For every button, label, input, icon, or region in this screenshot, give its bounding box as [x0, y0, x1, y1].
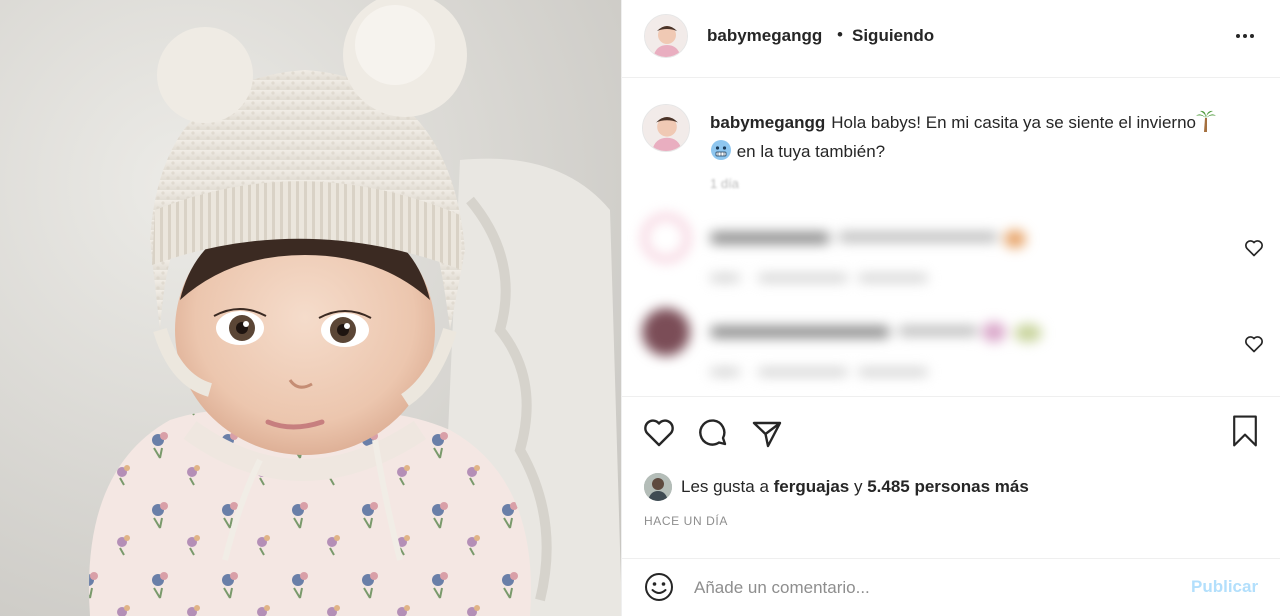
cold-face-emoji — [710, 139, 732, 168]
author-avatar[interactable] — [644, 14, 688, 58]
post-date[interactable]: HACE UN DÍA — [644, 514, 728, 528]
follow-status[interactable]: Siguiendo — [852, 26, 934, 46]
blurred-comment-content — [622, 284, 1222, 380]
liker-username[interactable]: ferguajas — [774, 477, 850, 497]
palm-tree-emoji — [1196, 110, 1216, 139]
like-heart-icon[interactable] — [641, 415, 677, 451]
comment-item — [622, 190, 1280, 286]
comment-bubble-icon[interactable] — [695, 415, 731, 451]
comment-like-heart-icon[interactable] — [1244, 334, 1264, 354]
comments-list — [622, 182, 1280, 390]
publish-button[interactable]: Publicar — [1191, 577, 1258, 597]
blurred-comment-content — [622, 190, 1222, 286]
caption-body: Hola babys! En mi casita ya se siente el… — [831, 113, 1196, 132]
comment-like-heart-icon[interactable] — [1244, 238, 1264, 258]
likes-prefix: Les gusta a — [681, 477, 769, 496]
baby-photo-illustration — [0, 0, 621, 616]
bookmark-icon[interactable] — [1227, 413, 1263, 449]
caption-tail: en la tuya también? — [732, 142, 886, 161]
post-side-panel: babymegangg • Siguiendo babymegangg Hola … — [622, 0, 1280, 616]
author-username[interactable]: babymegangg — [707, 26, 822, 46]
post-photo[interactable] — [0, 0, 622, 616]
likes-summary: Les gusta a ferguajas y 5.485 personas m… — [644, 472, 1029, 502]
post-actions — [622, 396, 1280, 466]
instagram-post: babymegangg • Siguiendo babymegangg Hola … — [0, 0, 1280, 616]
header-separator: • — [837, 25, 843, 44]
share-paper-plane-icon[interactable] — [749, 415, 785, 451]
caption-username[interactable]: babymegangg — [710, 113, 825, 132]
more-options-icon[interactable] — [1229, 24, 1261, 48]
liker-avatar[interactable] — [644, 473, 672, 501]
comment-composer: Publicar — [622, 558, 1280, 616]
avatar-image — [645, 15, 687, 57]
caption-text: babymegangg Hola babys! En mi casita ya s… — [710, 110, 1255, 168]
smiley-face-icon[interactable] — [643, 571, 675, 603]
comment-input[interactable] — [694, 572, 1174, 604]
likes-others[interactable]: 5.485 personas más — [867, 477, 1029, 497]
likes-joiner: y — [853, 477, 863, 496]
post-header: babymegangg • Siguiendo — [622, 0, 1280, 78]
avatar-image — [643, 105, 689, 151]
comment-item — [622, 284, 1280, 380]
caption-author-avatar[interactable] — [642, 104, 690, 152]
